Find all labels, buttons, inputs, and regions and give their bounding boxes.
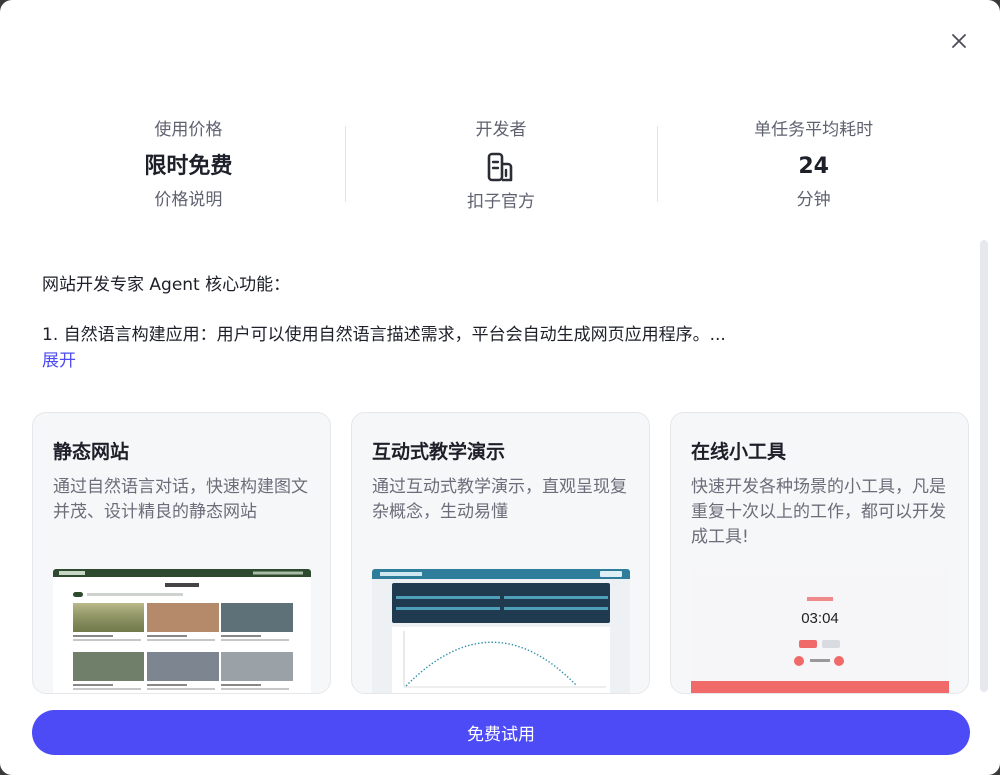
stat-duration-value: 24 bbox=[798, 154, 829, 179]
card-text: 通过互动式教学演示，直观呈现复杂概念，生动易懂 bbox=[372, 477, 627, 522]
close-icon bbox=[952, 34, 966, 48]
agent-description: 网站开发专家 Agent 核心功能： 1. 自然语言构建应用：用户可以使用自然语… bbox=[42, 272, 942, 374]
stat-developer-name: 扣子官方 bbox=[467, 192, 535, 212]
free-trial-button[interactable]: 免费试用 bbox=[32, 710, 970, 755]
description-item: 1. 自然语言构建应用：用户可以使用自然语言描述需求，平台会自动生成网页应用程序… bbox=[42, 325, 726, 345]
teaching-demo-preview bbox=[372, 569, 630, 693]
card-static-site[interactable]: 静态网站 通过自然语言对话，快速构建图文并茂、设计精良的静态网站 bbox=[32, 412, 331, 694]
card-teaching-demo[interactable]: 互动式教学演示 通过互动式教学演示，直观呈现复杂概念，生动易懂 bbox=[351, 412, 650, 694]
scrollbar[interactable] bbox=[980, 240, 988, 692]
stat-duration-unit: 分钟 bbox=[796, 190, 831, 210]
agent-detail-modal: 使用价格 限时免费 价格说明 开发者 扣子官方 单任务平均耗时 24 分钟 网站… bbox=[0, 0, 1000, 775]
stat-duration: 单任务平均耗时 24 分钟 bbox=[657, 112, 970, 222]
card-title: 静态网站 bbox=[53, 441, 130, 463]
stat-duration-label: 单任务平均耗时 bbox=[754, 120, 874, 140]
card-text: 快速开发各种场景的小工具，凡是重复十次以上的工作，都可以开发成工具! bbox=[691, 477, 946, 547]
stat-developer-label: 开发者 bbox=[475, 120, 527, 140]
card-title: 互动式教学演示 bbox=[372, 441, 506, 463]
close-button[interactable] bbox=[948, 30, 970, 52]
timer-display: 03:04 bbox=[801, 610, 839, 627]
card-text: 通过自然语言对话，快速构建图文并茂、设计精良的静态网站 bbox=[53, 477, 308, 522]
stat-developer: 开发者 扣子官方 bbox=[344, 112, 658, 222]
stat-price-value: 限时免费 bbox=[144, 154, 233, 179]
building-icon bbox=[486, 150, 516, 184]
card-online-tool[interactable]: 在线小工具 快速开发各种场景的小工具，凡是重复十次以上的工作，都可以开发成工具!… bbox=[670, 412, 969, 694]
stats-row: 使用价格 限时免费 价格说明 开发者 扣子官方 单任务平均耗时 24 分钟 bbox=[32, 112, 970, 222]
timer-tool-preview: 03:04 bbox=[691, 569, 949, 693]
description-heading: 网站开发专家 Agent 核心功能： bbox=[42, 275, 291, 295]
use-case-cards: 静态网站 通过自然语言对话，快速构建图文并茂、设计精良的静态网站 互动式教学演示… bbox=[32, 412, 970, 694]
static-site-preview bbox=[53, 569, 311, 693]
stat-price-label: 使用价格 bbox=[154, 120, 223, 140]
expand-link[interactable]: 展开 bbox=[42, 348, 942, 374]
stat-price: 使用价格 限时免费 价格说明 bbox=[32, 112, 345, 222]
price-info-link[interactable]: 价格说明 bbox=[154, 188, 222, 212]
card-title: 在线小工具 bbox=[691, 441, 787, 463]
